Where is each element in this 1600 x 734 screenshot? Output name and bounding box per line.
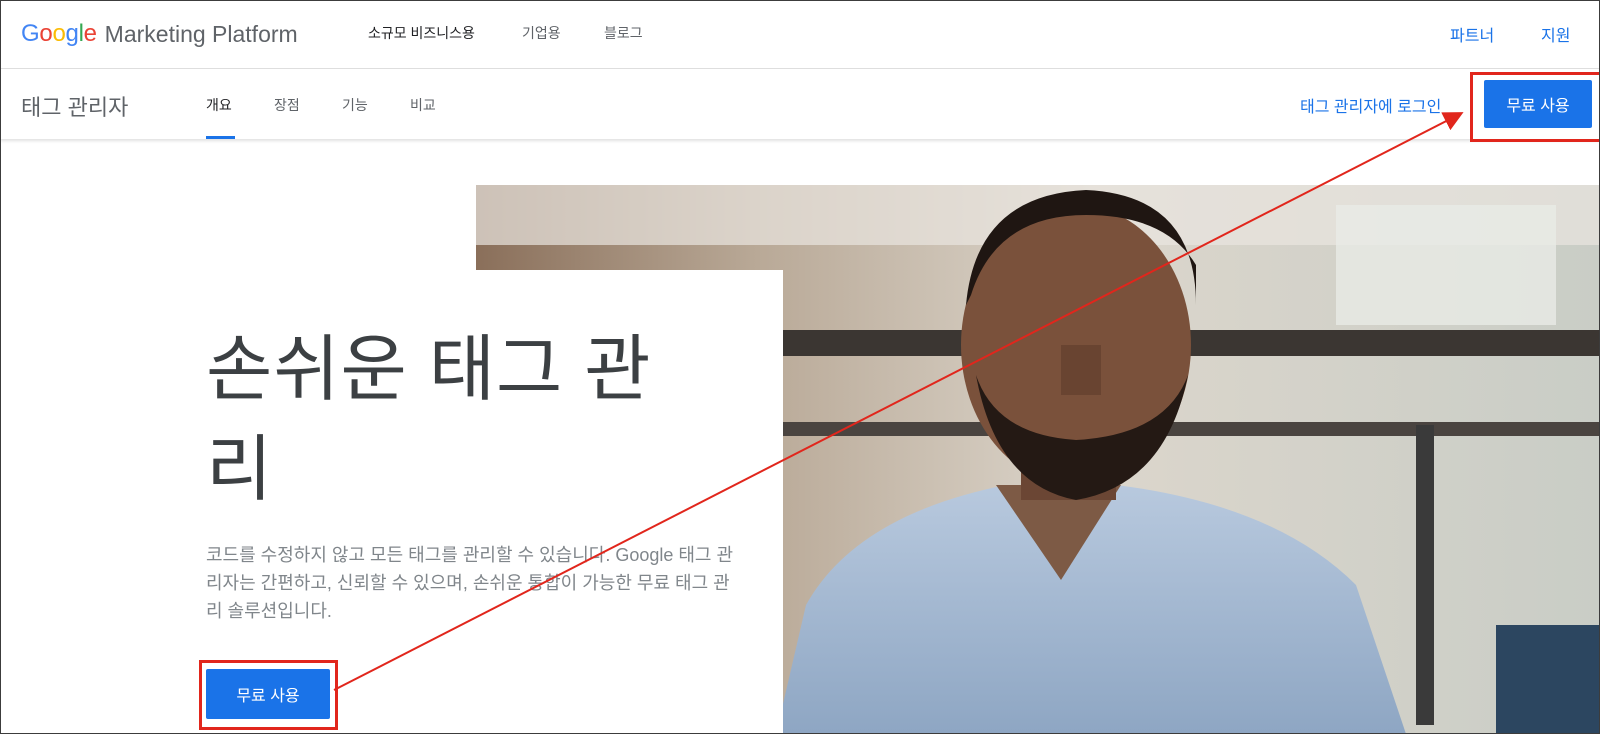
google-wordmark: Google [21, 20, 97, 48]
product-title[interactable]: 태그 관리자 [21, 90, 128, 122]
top-header: Google Marketing Platform 소규모 비즈니스용 기업용 … [0, 0, 1600, 69]
google-letter: e [83, 20, 97, 47]
active-tab-indicator [206, 136, 235, 139]
hero-headline: 손쉬운 태그 관리 [206, 330, 652, 510]
nav-support[interactable]: 지원 [1541, 22, 1570, 46]
product-subnav: 태그 관리자 개요 장점 기능 비교 태그 관리자에 로그인 무료 사용 [0, 69, 1600, 139]
platform-name: Marketing Platform [104, 20, 298, 47]
annotation-box-header-cta [1470, 72, 1600, 142]
tab-compare[interactable]: 비교 [410, 95, 436, 115]
nav-partners[interactable]: 파트너 [1450, 22, 1494, 46]
tab-overview[interactable]: 개요 [206, 95, 232, 115]
google-letter: G [21, 20, 40, 47]
tab-benefits[interactable]: 장점 [274, 95, 300, 115]
nav-small-business[interactable]: 소규모 비즈니스용 [368, 23, 475, 43]
sign-in-link[interactable]: 태그 관리자에 로그인 [1300, 93, 1441, 117]
tab-features[interactable]: 기능 [342, 95, 368, 115]
google-marketing-platform-logo[interactable]: Google Marketing Platform [21, 18, 298, 50]
nav-blog[interactable]: 블로그 [604, 23, 643, 43]
google-letter: o [39, 20, 53, 47]
nav-enterprise[interactable]: 기업용 [522, 23, 561, 43]
google-letter: o [52, 20, 66, 47]
google-letter: g [65, 20, 79, 47]
hero-description: 코드를 수정하지 않고 모든 태그를 관리할 수 있습니다. Google 태그… [206, 545, 734, 621]
annotation-box-hero-cta [199, 660, 338, 730]
